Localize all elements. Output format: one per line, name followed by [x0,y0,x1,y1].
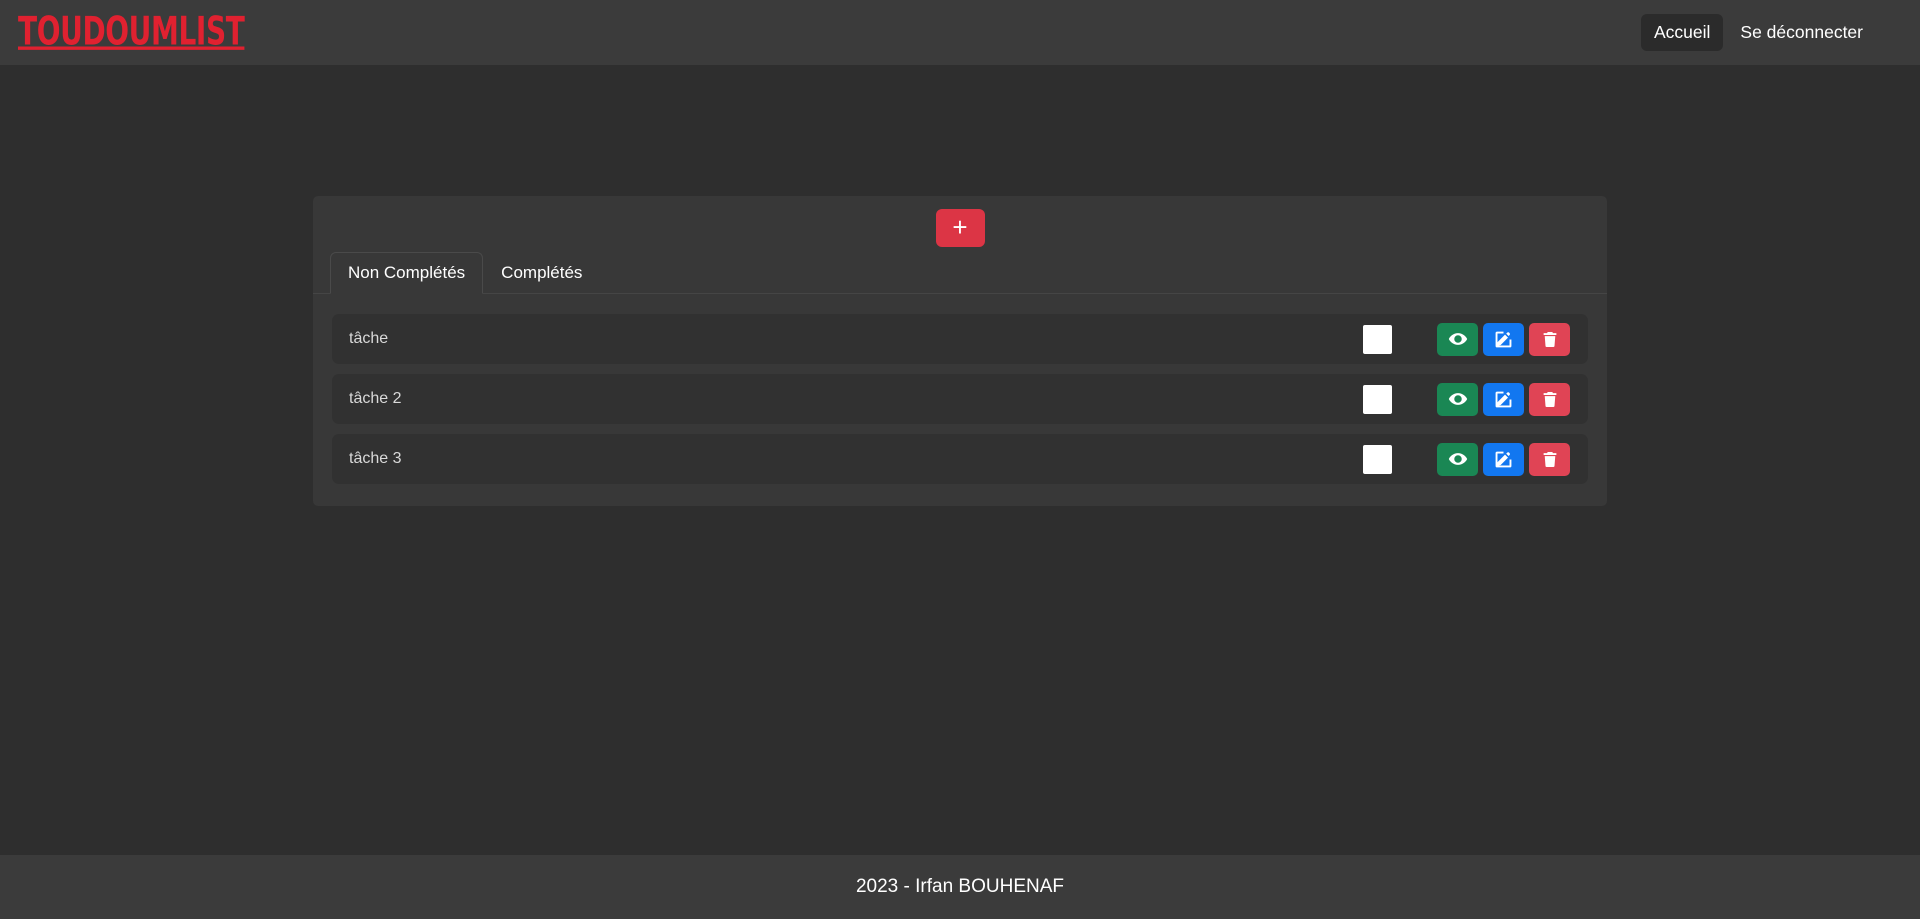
task-list: tâche tâche 2 tâche 3 [313,294,1607,506]
eye-icon [1448,449,1468,469]
task-title: tâche 3 [349,451,402,467]
eye-icon [1448,329,1468,349]
task-title: tâche [349,331,389,347]
view-task-button[interactable] [1437,442,1478,476]
app-root: TOUDOUMLIST Accueil Se déconnecter + Non… [0,0,1920,919]
task-row: tâche 2 [332,374,1588,424]
task-complete-checkbox[interactable] [1363,324,1392,354]
task-controls [1359,442,1570,477]
pen-square-icon [1494,390,1513,409]
footer-text: 2023 - Irfan BOUHENAF [855,876,1065,897]
task-title: tâche 2 [349,391,402,407]
task-controls [1359,322,1570,357]
edit-task-button[interactable] [1483,442,1524,476]
delete-task-button[interactable] [1529,382,1570,416]
brand-logo[interactable]: TOUDOUMLIST [18,12,245,52]
edit-task-button[interactable] [1483,322,1524,356]
navbar: TOUDOUMLIST Accueil Se déconnecter [0,0,1920,65]
tab-non-completes[interactable]: Non Complétés [330,251,484,294]
task-row: tâche [332,314,1588,364]
edit-task-button[interactable] [1483,382,1524,416]
nav-link-accueil[interactable]: Accueil [1640,13,1724,52]
add-task-area: + [313,196,1607,247]
pen-square-icon [1494,330,1513,349]
trash-icon [1541,450,1559,469]
task-controls [1359,382,1570,417]
pen-square-icon [1494,450,1513,469]
nav-link-logout[interactable]: Se déconnecter [1727,14,1876,52]
tab-bar: Non Complétés Complétés [330,251,600,294]
task-row: tâche 3 [332,434,1588,484]
delete-task-button[interactable] [1529,322,1570,356]
view-task-button[interactable] [1437,382,1478,416]
tab-completes[interactable]: Complétés [483,252,600,294]
trash-icon [1541,390,1559,409]
task-complete-checkbox[interactable] [1363,444,1392,474]
trash-icon [1541,330,1559,349]
navbar-links: Accueil Se déconnecter [1640,13,1902,52]
task-card: + Non Complétés Complétés tâche tâche 2 … [313,196,1607,506]
footer: 2023 - Irfan BOUHENAF [0,855,1920,919]
eye-icon [1448,389,1468,409]
plus-icon: + [952,212,968,242]
card-header: + Non Complétés Complétés [313,196,1607,294]
delete-task-button[interactable] [1529,442,1570,476]
task-complete-checkbox[interactable] [1363,384,1392,414]
add-task-button[interactable]: + [935,209,985,247]
view-task-button[interactable] [1437,322,1478,356]
